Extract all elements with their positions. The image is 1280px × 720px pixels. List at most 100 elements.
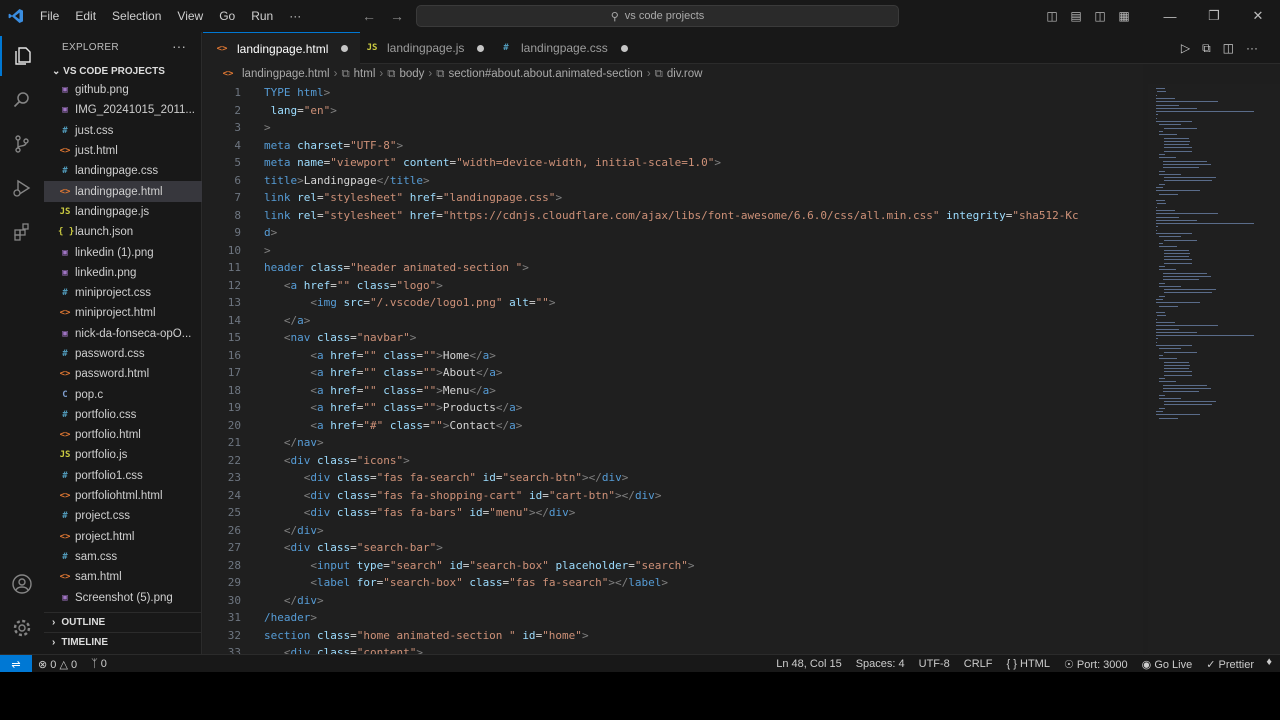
explorer-icon[interactable] [0, 36, 44, 76]
breadcrumb-body[interactable]: body [399, 68, 424, 80]
problems-indicator[interactable]: ⊗ 0 △ 0 [38, 658, 77, 671]
code-editor[interactable]: 1 TYPE html> 2 lang="en"> 3 >4 meta charset="… [203, 84, 1143, 654]
restore-icon[interactable]: ❐ [1192, 8, 1236, 24]
outline-section[interactable]: › OUTLINE [44, 612, 202, 632]
code-line[interactable]: 6 title>Landingpage</title> [203, 172, 1143, 190]
code-line[interactable]: 10 > [203, 242, 1143, 260]
tab-landingpage-js[interactable]: JS landingpage.js [353, 32, 496, 64]
code-line[interactable]: 4 meta charset="UTF-8"> [203, 137, 1143, 155]
manage-gear-icon[interactable] [0, 608, 44, 648]
ports-indicator[interactable]: ᛉ 0 [91, 658, 107, 670]
breadcrumb-section[interactable]: section#about.about.animated-section [448, 68, 642, 80]
notifications-bell-icon[interactable]: ♦ [1266, 656, 1272, 668]
file-item[interactable]: ▣ nick-da-fonseca-opO... [44, 324, 202, 344]
file-item[interactable]: <> portfoliohtml.html [44, 486, 202, 506]
code-line[interactable]: 30 </div> [203, 592, 1143, 610]
command-center-search[interactable]: ⚲ vs code projects [416, 5, 899, 27]
code-line[interactable]: 11 header class="header animated-section … [203, 259, 1143, 277]
accounts-icon[interactable] [0, 564, 44, 604]
menu-view[interactable]: View [169, 0, 211, 32]
file-item[interactable]: ▣ github.png [44, 80, 202, 100]
language-mode[interactable]: { } HTML [1007, 658, 1050, 670]
file-item[interactable]: ▣ Screenshot (5).png [44, 587, 202, 606]
code-line[interactable]: 19 <a href="" class="">Products</a> [203, 399, 1143, 417]
file-item[interactable]: # just.css [44, 121, 202, 141]
file-item[interactable]: ▣ linkedin (1).png [44, 242, 202, 262]
file-item[interactable]: <> project.html [44, 527, 202, 547]
port-indicator[interactable]: ☉ Port: 3000 [1064, 658, 1128, 671]
code-line[interactable]: 8 link rel="stylesheet" href="https://cdn… [203, 207, 1143, 225]
code-line[interactable]: 31/header> [203, 609, 1143, 627]
code-line[interactable]: 25 <div class="fas fa-bars" id="menu"></… [203, 504, 1143, 522]
code-line[interactable]: 22 <div class="icons"> [203, 452, 1143, 470]
file-item[interactable]: # portfolio.css [44, 405, 202, 425]
file-item[interactable]: # landingpage.css [44, 161, 202, 181]
code-line[interactable]: 26 </div> [203, 522, 1143, 540]
code-line[interactable]: 33 <div class="content"> [203, 644, 1143, 654]
minimize-icon[interactable]: — [1148, 9, 1192, 24]
breadcrumb-div[interactable]: div.row [667, 68, 703, 80]
file-item[interactable]: # sam.css [44, 547, 202, 567]
timeline-section[interactable]: › TIMELINE [44, 632, 202, 652]
minimap[interactable] [1148, 84, 1280, 654]
breadcrumb-file[interactable]: landingpage.html [242, 68, 330, 80]
code-line[interactable]: 14 </a> [203, 312, 1143, 330]
code-line[interactable]: 2 lang="en"> [203, 102, 1143, 120]
toggle-secondary-sidebar-icon[interactable]: ◫ [1088, 9, 1112, 23]
code-line[interactable]: 24 <div class="fas fa-shopping-cart" id=… [203, 487, 1143, 505]
code-line[interactable]: 13 <img src="/.vscode/logo1.png" alt=""> [203, 294, 1143, 312]
breadcrumb-html[interactable]: html [354, 68, 376, 80]
menu-file[interactable]: File [32, 0, 67, 32]
file-item[interactable]: # project.css [44, 506, 202, 526]
code-line[interactable]: 16 <a href="" class="">Home</a> [203, 347, 1143, 365]
code-line[interactable]: 18 <a href="" class="">Menu</a> [203, 382, 1143, 400]
extensions-icon[interactable] [0, 212, 44, 252]
back-arrow-icon[interactable]: ← [362, 8, 376, 24]
code-line[interactable]: 7 link rel="stylesheet" href="landingpage… [203, 189, 1143, 207]
tab-landingpage-css[interactable]: # landingpage.css [487, 32, 640, 64]
menu-more[interactable]: ··· [281, 0, 309, 32]
prettier-status[interactable]: ✓ Prettier [1206, 658, 1254, 671]
split-editor-icon[interactable]: ◫ [1223, 41, 1234, 55]
more-actions-icon[interactable]: ··· [1246, 41, 1258, 55]
menu-run[interactable]: Run [243, 0, 281, 32]
source-control-icon[interactable] [0, 124, 44, 164]
remote-indicator-icon[interactable]: ⇌ [0, 655, 32, 672]
more-actions-icon[interactable]: ··· [172, 38, 186, 54]
open-preview-icon[interactable]: ⧉ [1202, 41, 1211, 56]
run-file-icon[interactable]: ▷ [1181, 41, 1190, 55]
file-item[interactable]: JS portfolio.js [44, 445, 202, 465]
file-item[interactable]: # password.css [44, 344, 202, 364]
code-line[interactable]: 3 > [203, 119, 1143, 137]
code-line[interactable]: 20 <a href="#" class="">Contact</a> [203, 417, 1143, 435]
close-icon[interactable]: ✕ [1236, 8, 1280, 24]
line-ending[interactable]: CRLF [964, 658, 993, 670]
code-line[interactable]: 21 </nav> [203, 434, 1143, 452]
customize-layout-icon[interactable]: ▦ [1112, 9, 1136, 23]
unsaved-dot-icon[interactable] [477, 44, 485, 52]
file-item[interactable]: <> portfolio.html [44, 425, 202, 445]
indentation[interactable]: Spaces: 4 [856, 658, 905, 670]
code-line[interactable]: 27 <div class="search-bar"> [203, 539, 1143, 557]
file-item[interactable]: <> landingpage.html [44, 181, 202, 202]
code-line[interactable]: 23 <div class="fas fa-search" id="search… [203, 469, 1143, 487]
file-item[interactable]: <> just.html [44, 141, 202, 161]
code-line[interactable]: 15 <nav class="navbar"> [203, 329, 1143, 347]
file-item[interactable]: Cpop.c [44, 384, 202, 404]
file-item[interactable]: ▣ linkedin.png [44, 263, 202, 283]
file-item[interactable]: <> sam.html [44, 567, 202, 587]
encoding[interactable]: UTF-8 [919, 658, 950, 670]
menu-edit[interactable]: Edit [67, 0, 104, 32]
toggle-panel-icon[interactable]: ▤ [1064, 9, 1088, 23]
cursor-position[interactable]: Ln 48, Col 15 [776, 658, 841, 670]
code-line[interactable]: 9 d> [203, 224, 1143, 242]
code-line[interactable]: 32 section class="home animated-section "… [203, 627, 1143, 645]
file-item[interactable]: <> miniproject.html [44, 303, 202, 323]
code-line[interactable]: 29 <label for="search-box" class="fas fa… [203, 574, 1143, 592]
unsaved-dot-icon[interactable] [341, 45, 349, 52]
code-line[interactable]: 28 <input type="search" id="search-box" … [203, 557, 1143, 575]
menu-go[interactable]: Go [211, 0, 243, 32]
code-line[interactable]: 5 meta name="viewport" content="width=dev… [203, 154, 1143, 172]
go-live-button[interactable]: ◉ Go Live [1142, 658, 1193, 671]
tab-landingpage-html[interactable]: <> landingpage.html [203, 32, 361, 64]
